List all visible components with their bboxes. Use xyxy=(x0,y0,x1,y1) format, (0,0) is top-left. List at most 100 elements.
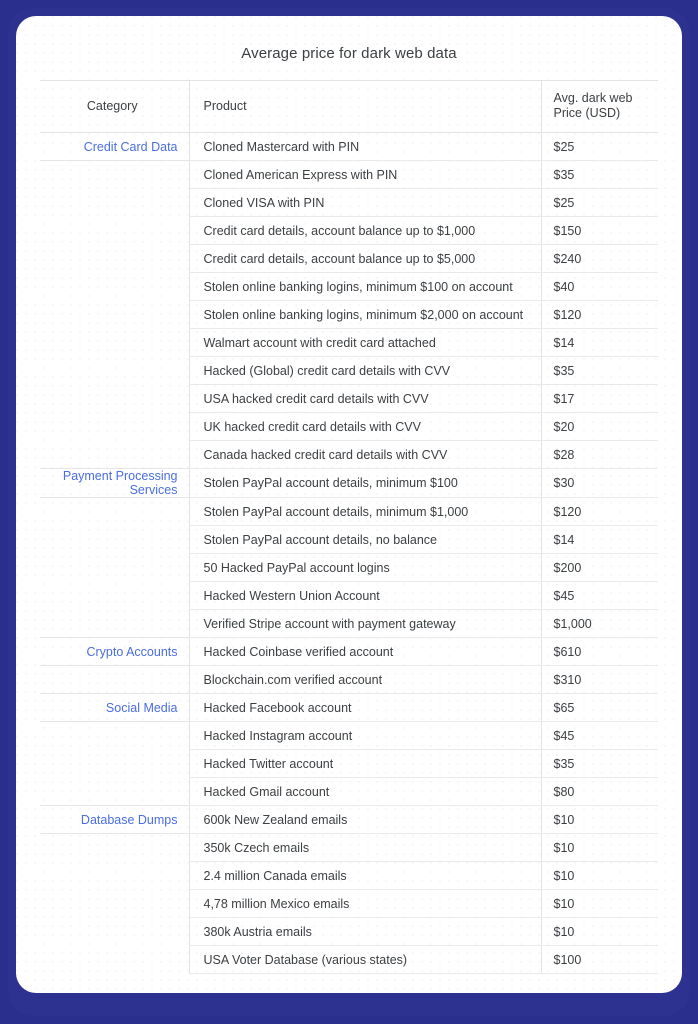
product-cell: Hacked Instagram account xyxy=(188,721,541,750)
price-cell: $10 xyxy=(540,917,658,946)
price-cell: $10 xyxy=(540,805,658,834)
price-cell: $10 xyxy=(540,861,658,890)
product-cell: Credit card details, account balance up … xyxy=(188,244,541,273)
category-cell-empty xyxy=(40,441,189,469)
category-cell-empty xyxy=(40,778,189,806)
category-link[interactable]: Payment Processing Services xyxy=(40,468,189,498)
table-header-row: Category Product Avg. dark web Price (US… xyxy=(40,80,658,133)
table-row: Walmart account with credit card attache… xyxy=(40,328,658,357)
category-cell-empty xyxy=(40,666,189,694)
product-cell: Stolen online banking logins, minimum $2… xyxy=(188,300,541,329)
table-row: Cloned American Express with PIN $35 xyxy=(40,160,658,189)
table-row: Hacked Instagram account $45 xyxy=(40,721,658,750)
product-cell: Credit card details, account balance up … xyxy=(188,216,541,245)
product-cell: Canada hacked credit card details with C… xyxy=(188,440,541,469)
price-cell: $17 xyxy=(540,384,658,413)
table-row: Credit card details, account balance up … xyxy=(40,244,658,273)
table-row: 2.4 million Canada emails $10 xyxy=(40,861,658,890)
price-cell: $10 xyxy=(540,833,658,862)
product-cell: USA hacked credit card details with CVV xyxy=(188,384,541,413)
table-row: 50 Hacked PayPal account logins $200 xyxy=(40,553,658,582)
price-cell: $310 xyxy=(540,665,658,694)
product-cell: Hacked Twitter account xyxy=(188,749,541,778)
product-cell: Cloned VISA with PIN xyxy=(188,188,541,217)
product-cell: Hacked Facebook account xyxy=(188,693,541,722)
product-cell: Walmart account with credit card attache… xyxy=(188,328,541,357)
table-row: Hacked Gmail account $80 xyxy=(40,777,658,806)
product-cell: Blockchain.com verified account xyxy=(188,665,541,694)
category-link[interactable]: Database Dumps xyxy=(40,805,189,834)
category-cell-empty xyxy=(40,161,189,189)
product-cell: Cloned Mastercard with PIN xyxy=(188,132,541,161)
category-cell-empty xyxy=(40,862,189,890)
category-cell-empty xyxy=(40,554,189,582)
product-cell: Hacked (Global) credit card details with… xyxy=(188,356,541,385)
table-header: Category Product Avg. dark web Price (US… xyxy=(40,80,658,133)
product-cell: 380k Austria emails xyxy=(188,917,541,946)
category-cell-empty xyxy=(40,329,189,357)
table-row: Stolen online banking logins, minimum $1… xyxy=(40,272,658,301)
table-row: Stolen online banking logins, minimum $2… xyxy=(40,300,658,329)
category-link[interactable]: Credit Card Data xyxy=(40,132,189,161)
price-cell: $120 xyxy=(540,497,658,526)
price-cell: $200 xyxy=(540,553,658,582)
category-cell-empty xyxy=(40,526,189,554)
table-row: Cloned VISA with PIN $25 xyxy=(40,188,658,217)
category-cell-empty xyxy=(40,189,189,217)
column-header-price-line1: Avg. dark web xyxy=(553,91,633,105)
category-cell-empty xyxy=(40,890,189,918)
category-link[interactable]: Crypto Accounts xyxy=(40,637,189,666)
table-row: 350k Czech emails $10 xyxy=(40,833,658,862)
price-cell: $45 xyxy=(540,581,658,610)
product-cell: 350k Czech emails xyxy=(188,833,541,862)
category-cell-empty xyxy=(40,301,189,329)
product-cell: Stolen PayPal account details, minimum $… xyxy=(188,497,541,526)
table-row: Database Dumps 600k New Zealand emails $10 xyxy=(40,805,658,834)
category-cell-empty xyxy=(40,498,189,526)
price-cell: $30 xyxy=(540,468,658,498)
category-cell-empty xyxy=(40,946,189,974)
product-cell: Stolen PayPal account details, no balanc… xyxy=(188,525,541,554)
page-title: Average price for dark web data xyxy=(241,45,457,62)
price-cell: $35 xyxy=(540,160,658,189)
table-row: 4,78 million Mexico emails $10 xyxy=(40,889,658,918)
category-cell-empty xyxy=(40,722,189,750)
product-cell: Hacked Gmail account xyxy=(188,777,541,806)
table-container: Category Product Avg. dark web Price (US… xyxy=(40,80,658,974)
price-cell: $25 xyxy=(540,132,658,161)
product-cell: USA Voter Database (various states) xyxy=(188,945,541,974)
category-cell-empty xyxy=(40,750,189,778)
table-row: Crypto Accounts Hacked Coinbase verified … xyxy=(40,637,658,666)
category-cell-empty xyxy=(40,918,189,946)
content-card: Average price for dark web data Category… xyxy=(16,16,682,993)
table-row: 380k Austria emails $10 xyxy=(40,917,658,946)
category-cell-empty xyxy=(40,245,189,273)
table-row: UK hacked credit card details with CVV $2… xyxy=(40,412,658,441)
category-cell-empty xyxy=(40,834,189,862)
product-cell: 2.4 million Canada emails xyxy=(188,861,541,890)
column-header-product: Product xyxy=(188,80,541,133)
table-row: Credit Card Data Cloned Mastercard with P… xyxy=(40,132,658,161)
category-link[interactable]: Social Media xyxy=(40,693,189,722)
product-cell: Hacked Western Union Account xyxy=(188,581,541,610)
price-cell: $35 xyxy=(540,356,658,385)
price-cell: $1,000 xyxy=(540,609,658,638)
price-cell: $28 xyxy=(540,440,658,469)
table-row: Blockchain.com verified account $310 xyxy=(40,665,658,694)
price-cell: $10 xyxy=(540,889,658,918)
category-cell-empty xyxy=(40,385,189,413)
product-cell: UK hacked credit card details with CVV xyxy=(188,412,541,441)
category-cell-empty xyxy=(40,273,189,301)
product-cell: 50 Hacked PayPal account logins xyxy=(188,553,541,582)
category-cell-empty xyxy=(40,217,189,245)
dark-web-price-table: Category Product Avg. dark web Price (US… xyxy=(40,80,658,974)
category-cell-empty xyxy=(40,413,189,441)
table-row: Stolen PayPal account details, no balanc… xyxy=(40,525,658,554)
price-cell: $45 xyxy=(540,721,658,750)
table-row: Verified Stripe account with payment gat… xyxy=(40,609,658,638)
table-row: Hacked Twitter account $35 xyxy=(40,749,658,778)
price-cell: $25 xyxy=(540,188,658,217)
table-row: USA hacked credit card details with CVV $… xyxy=(40,384,658,413)
table-row: USA Voter Database (various states) $100 xyxy=(40,945,658,974)
product-cell: Verified Stripe account with payment gat… xyxy=(188,609,541,638)
